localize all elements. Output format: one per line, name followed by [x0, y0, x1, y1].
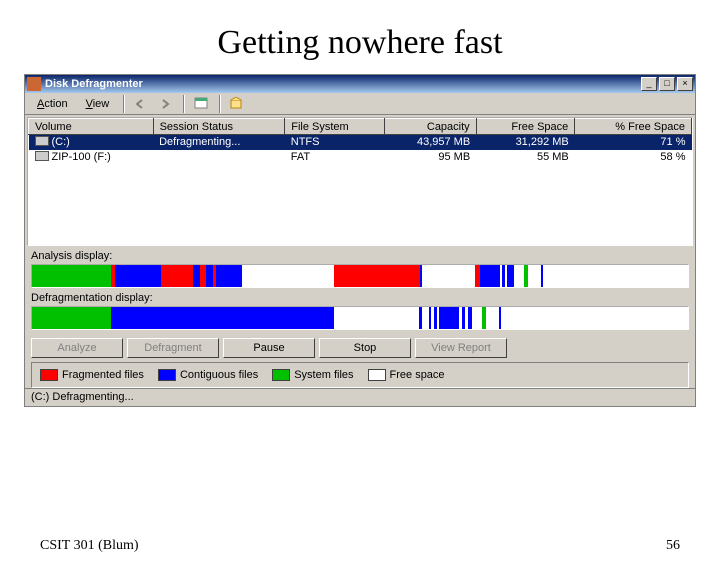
toolbar-divider: [219, 95, 221, 113]
col-capacity[interactable]: Capacity: [384, 119, 476, 135]
analysis-label: Analysis display:: [31, 250, 689, 262]
swatch-contiguous: [158, 369, 176, 381]
cell-volume: (C:): [52, 136, 70, 148]
menu-divider: [123, 95, 125, 113]
cell-pct: 58 %: [575, 150, 692, 165]
app-icon: [27, 77, 41, 91]
table-row[interactable]: (C:) Defragmenting... NTFS 43,957 MB 31,…: [29, 135, 692, 150]
legend-free: Free space: [368, 369, 445, 381]
table-empty-area: [28, 165, 692, 245]
footer-left: CSIT 301 (Blum): [40, 538, 139, 554]
button-row: Analyze Defragment Pause Stop View Repor…: [31, 338, 689, 358]
col-free[interactable]: Free Space: [476, 119, 575, 135]
toolbar-divider: [183, 95, 185, 113]
defrag-label: Defragmentation display:: [31, 292, 689, 304]
cell-fs: FAT: [285, 150, 384, 165]
cell-pct: 71 %: [575, 135, 692, 150]
window-title: Disk Defragmenter: [45, 78, 641, 90]
analysis-display: [31, 264, 689, 288]
footer-right: 56: [666, 538, 680, 554]
toolbar-help-button[interactable]: [227, 94, 249, 114]
menu-view[interactable]: View: [78, 96, 118, 112]
statusbar: (C:) Defragmenting...: [25, 388, 695, 406]
window-controls: _ □ ×: [641, 77, 693, 91]
drive-icon: [35, 136, 49, 146]
slide-title: Getting nowhere fast: [0, 24, 720, 62]
view-report-button[interactable]: View Report: [415, 338, 507, 358]
legend: Fragmented files Contiguous files System…: [31, 362, 689, 388]
cell-capacity: 43,957 MB: [384, 135, 476, 150]
cell-free: 55 MB: [476, 150, 575, 165]
volumes-table: Volume Session Status File System Capaci…: [27, 117, 693, 246]
col-status[interactable]: Session Status: [153, 119, 285, 135]
col-fs[interactable]: File System: [285, 119, 384, 135]
legend-fragmented: Fragmented files: [40, 369, 144, 381]
cell-capacity: 95 MB: [384, 150, 476, 165]
maximize-button[interactable]: □: [659, 77, 675, 91]
cell-fs: NTFS: [285, 135, 384, 150]
cell-free: 31,292 MB: [476, 135, 575, 150]
pause-button[interactable]: Pause: [223, 338, 315, 358]
col-volume[interactable]: Volume: [29, 119, 154, 135]
status-text: (C:) Defragmenting...: [31, 391, 134, 403]
cell-status: Defragmenting...: [153, 135, 285, 150]
swatch-system: [272, 369, 290, 381]
stop-button[interactable]: Stop: [319, 338, 411, 358]
table-row[interactable]: ZIP-100 (F:) FAT 95 MB 55 MB 58 %: [29, 150, 692, 165]
table-header-row: Volume Session Status File System Capaci…: [29, 119, 692, 135]
slide-footer: CSIT 301 (Blum) 56: [40, 538, 680, 554]
swatch-free: [368, 369, 386, 381]
nav-forward-button[interactable]: [155, 94, 177, 114]
titlebar: Disk Defragmenter _ □ ×: [25, 75, 695, 93]
defragmentation-display: [31, 306, 689, 330]
drive-icon: [35, 151, 49, 161]
minimize-button[interactable]: _: [641, 77, 657, 91]
menu-action[interactable]: Action: [29, 96, 76, 112]
cell-status: [153, 150, 285, 165]
swatch-fragmented: [40, 369, 58, 381]
legend-system: System files: [272, 369, 353, 381]
nav-back-button[interactable]: [131, 94, 153, 114]
col-pct[interactable]: % Free Space: [575, 119, 692, 135]
defragment-button[interactable]: Defragment: [127, 338, 219, 358]
toolbar-properties-button[interactable]: [191, 94, 213, 114]
close-button[interactable]: ×: [677, 77, 693, 91]
menubar: Action View: [25, 93, 695, 115]
disk-defragmenter-window: Disk Defragmenter _ □ × Action View: [24, 74, 696, 407]
analyze-button[interactable]: Analyze: [31, 338, 123, 358]
legend-contiguous: Contiguous files: [158, 369, 258, 381]
cell-volume: ZIP-100 (F:): [52, 151, 111, 163]
